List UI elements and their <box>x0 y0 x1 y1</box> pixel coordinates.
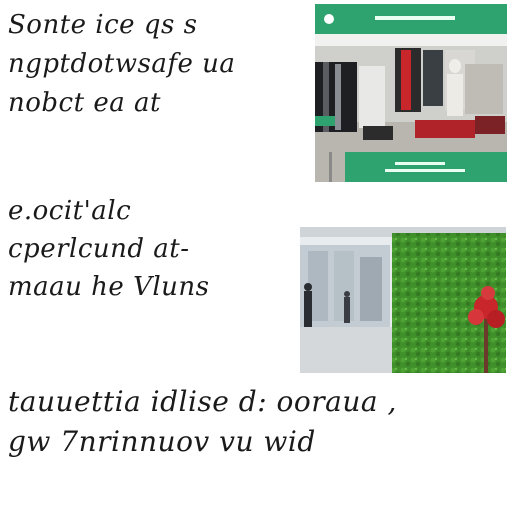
text-line: e.ocit'alc <box>8 196 132 226</box>
text-line: gw 7nrinnuov vu wid <box>8 425 316 458</box>
green-wall-illustration <box>300 227 506 373</box>
store-interior-illustration <box>315 4 507 182</box>
store-interior-photo <box>315 4 507 182</box>
text-line: tauuettia idlise d: ooraua , <box>8 385 397 418</box>
text-line: maau he Vluns <box>8 272 210 302</box>
text-line: cperlcund at- <box>8 234 190 264</box>
text-line: Sonte ice qs s <box>8 10 198 40</box>
text-block-2: e.ocit'alc cperlcund at- maau he Vluns <box>8 192 210 306</box>
green-wall-photo <box>300 227 506 373</box>
text-block-1: Sonte ice qs s ngptdotwsafe ua nobct ea … <box>8 6 235 123</box>
text-line: ngptdotwsafe ua <box>8 49 236 79</box>
text-line: nobct ea at <box>8 88 161 118</box>
text-block-3: tauuettia idlise d: ooraua , gw 7nrinnuo… <box>8 382 397 462</box>
